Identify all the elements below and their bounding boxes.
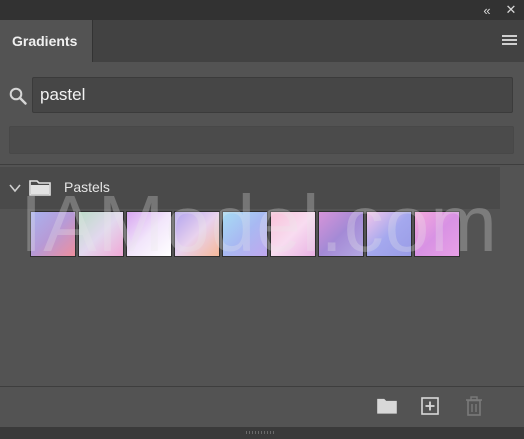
gradient-swatch-2[interactable] [78, 211, 124, 257]
gradient-swatch-6[interactable] [270, 211, 316, 257]
search-icon [9, 87, 27, 105]
resize-handle[interactable] [246, 431, 276, 434]
search-filter-bar [9, 126, 514, 154]
collapse-panel-icon[interactable]: « [479, 2, 495, 18]
trash-icon[interactable] [465, 396, 483, 416]
tab-gradients[interactable]: Gradients [0, 20, 92, 62]
gradient-swatch-5[interactable] [222, 211, 268, 257]
folder-icon [29, 180, 51, 196]
search-input[interactable] [32, 77, 513, 113]
divider [0, 164, 524, 165]
gradient-swatch-7[interactable] [318, 211, 364, 257]
gradients-panel: « ✕ Gradients Pastels IAModel.com [0, 0, 524, 439]
gradient-swatch-8[interactable] [366, 211, 412, 257]
new-group-folder-icon[interactable] [377, 398, 397, 414]
group-label: Pastels [64, 179, 110, 195]
gradient-swatch-3[interactable] [126, 211, 172, 257]
gradient-swatch-1[interactable] [30, 211, 76, 257]
swatch-grid [30, 211, 460, 257]
chevron-down-icon[interactable] [8, 181, 22, 195]
new-gradient-plus-icon[interactable] [421, 397, 439, 415]
gradient-swatch-9[interactable] [414, 211, 460, 257]
close-panel-icon[interactable]: ✕ [503, 2, 519, 18]
gradient-group-row[interactable]: Pastels [0, 167, 500, 209]
panel-menu-icon[interactable] [502, 35, 517, 47]
tab-separator [92, 20, 93, 62]
gradient-swatch-4[interactable] [174, 211, 220, 257]
panel-title-strip: « ✕ [0, 0, 524, 20]
bottom-toolbar [0, 387, 524, 425]
tab-bar: Gradients [0, 20, 524, 62]
